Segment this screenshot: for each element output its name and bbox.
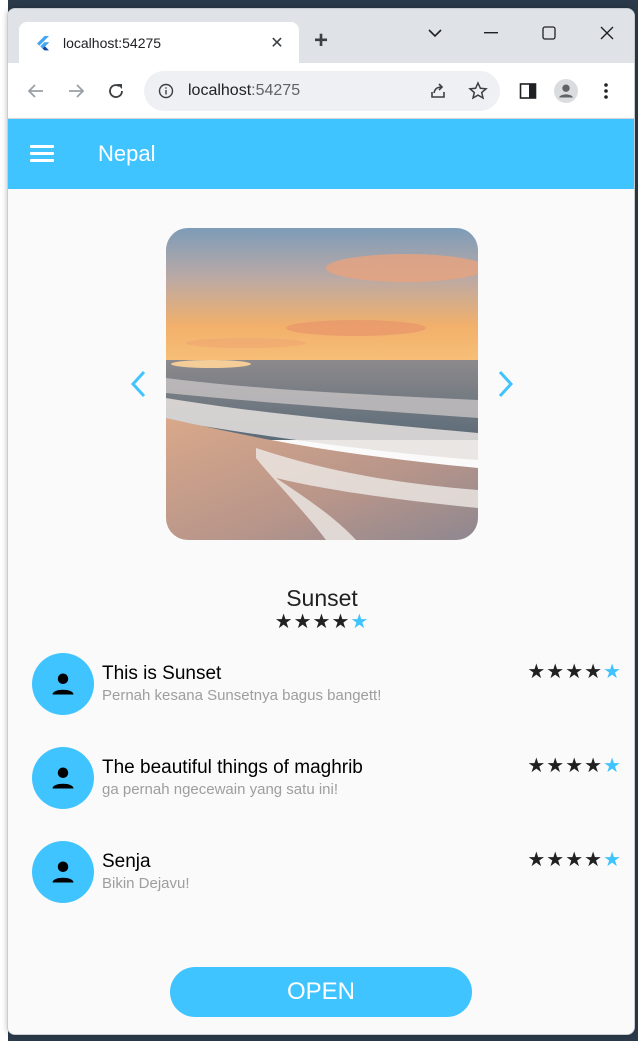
- back-icon[interactable]: [24, 79, 48, 103]
- review-item[interactable]: Senja Bikin Dejavu! ★★★★★: [32, 841, 622, 905]
- place-rating-stars: ★★★★★: [274, 611, 370, 633]
- review-title: Senja: [102, 851, 151, 872]
- app-title: Nepal: [98, 141, 156, 166]
- tab-title: localhost:54275: [63, 34, 162, 51]
- bookmark-star-icon[interactable]: [466, 79, 490, 103]
- side-panel-icon[interactable]: [516, 79, 540, 103]
- review-item[interactable]: The beautiful things of maghrib ga perna…: [32, 747, 622, 811]
- reload-icon[interactable]: [104, 79, 128, 103]
- person-icon: [52, 673, 74, 695]
- share-icon[interactable]: [426, 79, 450, 103]
- open-button[interactable]: OPEN: [170, 967, 472, 1017]
- next-arrow-icon[interactable]: [494, 369, 518, 399]
- more-menu-icon[interactable]: [594, 79, 618, 103]
- avatar: [32, 747, 94, 809]
- app-bar: Nepal: [8, 119, 634, 189]
- review-comment: Bikin Dejavu!: [102, 875, 190, 892]
- place-photo: [166, 228, 478, 540]
- review-rating-stars: ★★★★★: [527, 755, 622, 777]
- close-window-icon[interactable]: [592, 23, 622, 43]
- hamburger-menu-icon[interactable]: [30, 145, 54, 163]
- new-tab-icon[interactable]: +: [314, 29, 328, 53]
- browser-toolbar: localhost:54275: [8, 63, 634, 119]
- avatar: [32, 841, 94, 903]
- review-rating-stars: ★★★★★: [527, 661, 622, 683]
- browser-tab[interactable]: localhost:54275 ✕: [19, 22, 299, 63]
- review-item[interactable]: This is Sunset Pernah kesana Sunsetnya b…: [32, 653, 622, 717]
- review-comment: Pernah kesana Sunsetnya bagus bangett!: [102, 687, 382, 704]
- previous-arrow-icon[interactable]: [126, 369, 150, 399]
- person-icon: [52, 861, 74, 883]
- tab-strip: localhost:54275 ✕ +: [8, 9, 634, 63]
- url-text: localhost:54275: [188, 82, 301, 99]
- browser-window: localhost:54275 ✕ + localhost:54275 Nepa…: [7, 8, 635, 1035]
- main-content: Sunset ★★★★★ This is Sunset Pernah kesan…: [8, 189, 634, 1034]
- flutter-icon: [37, 35, 49, 50]
- tab-close-icon[interactable]: ✕: [267, 33, 287, 53]
- site-info-icon[interactable]: [158, 83, 174, 99]
- review-title: This is Sunset: [102, 663, 222, 684]
- maximize-icon[interactable]: [534, 23, 564, 43]
- avatar: [32, 653, 94, 715]
- review-comment: ga pernah ngecewain yang satu ini!: [102, 781, 339, 798]
- person-icon: [52, 767, 74, 789]
- minimize-icon[interactable]: [476, 23, 506, 43]
- tab-search-icon[interactable]: [420, 23, 450, 43]
- review-rating-stars: ★★★★★: [527, 849, 622, 871]
- forward-icon[interactable]: [64, 79, 88, 103]
- place-name: Sunset: [286, 585, 358, 611]
- review-title: The beautiful things of maghrib: [102, 757, 363, 778]
- profile-avatar-icon[interactable]: [554, 79, 578, 103]
